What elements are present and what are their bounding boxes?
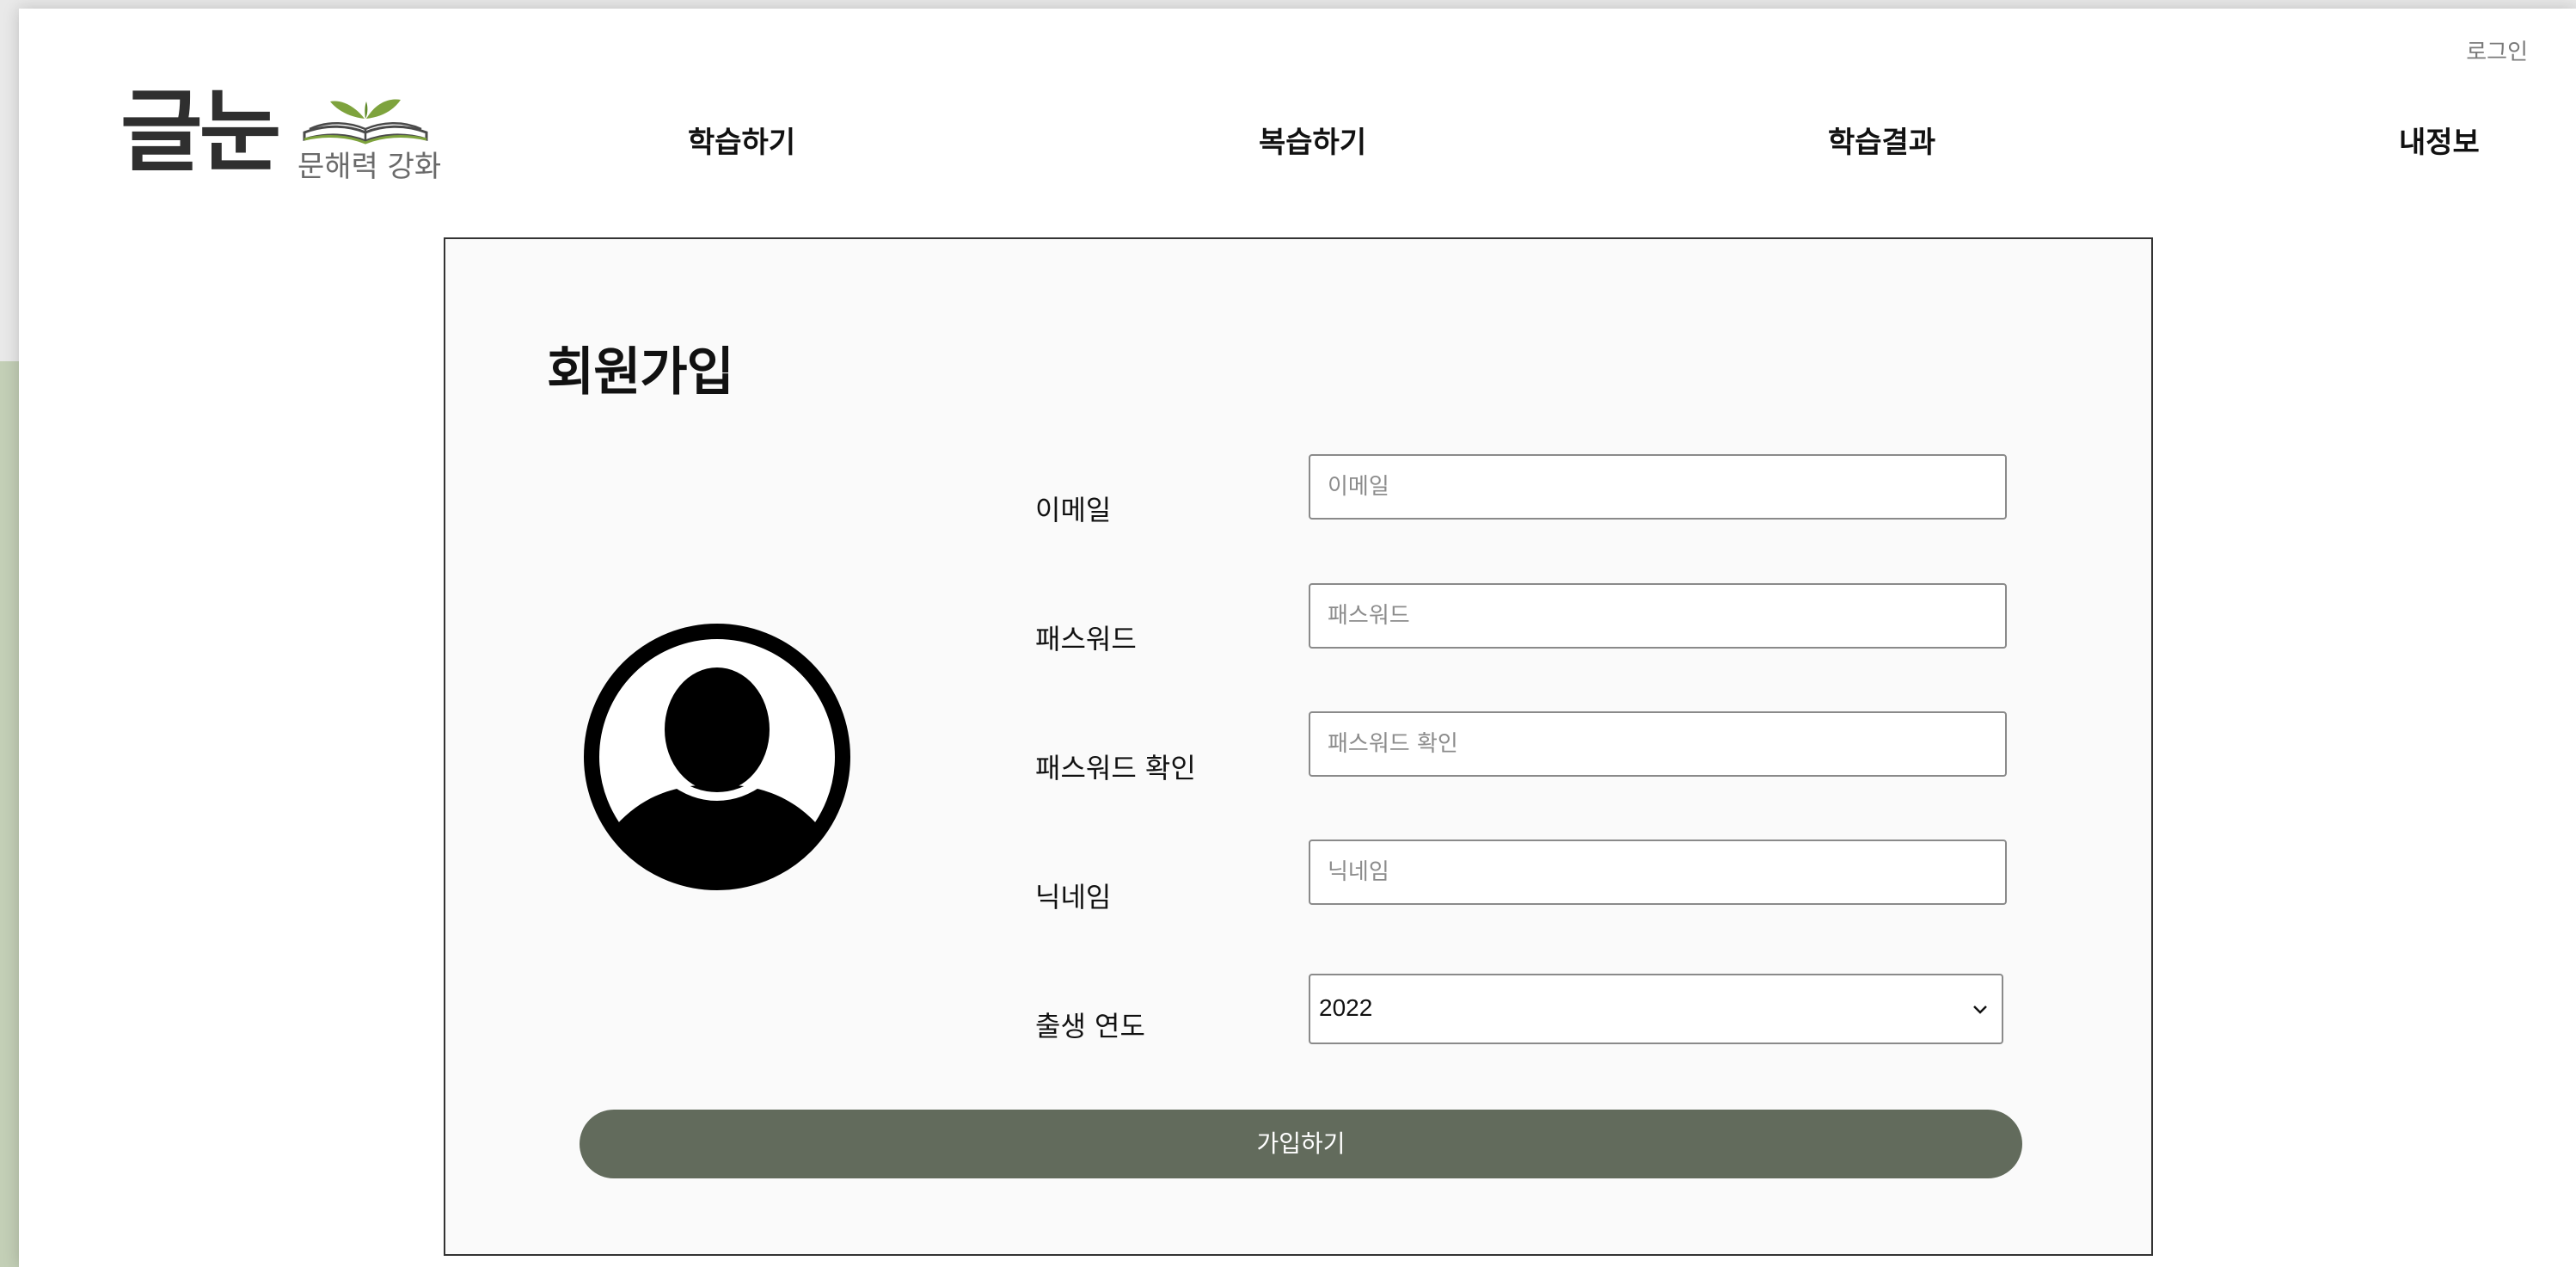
logo-subtitle: 문해력 강화 [297,150,442,184]
nickname-label: 닉네임 [1035,881,1112,913]
email-label: 이메일 [1035,494,1112,526]
browser-page: 로그인 글눈 문해력 강화 학습하기 복습하기 학습결과 내정보 회원가입 이메… [19,9,2576,1267]
birth-year-value: 2022 [1319,994,1373,1021]
nav-item-study[interactable]: 학습하기 [688,119,795,161]
birth-year-select[interactable]: 2022 [1309,974,2003,1044]
login-link[interactable]: 로그인 [2466,34,2528,66]
password-confirm-field[interactable] [1309,711,2007,777]
email-field[interactable] [1309,454,2007,520]
password-field[interactable] [1309,583,2007,649]
chevron-down-icon [1973,1006,1987,1014]
site-logo[interactable]: 글눈 문해력 강화 [120,84,447,188]
password-label: 패스워드 [1035,623,1137,655]
signup-submit-button[interactable]: 가입하기 [580,1110,2022,1178]
page-title: 회원가입 [547,342,734,403]
nav-item-results[interactable]: 학습결과 [1828,119,1935,161]
nav-item-review[interactable]: 복습하기 [1259,119,1366,161]
signup-form: 회원가입 이메일 패스워드 패스워드 확인 닉네임 출생 연도 2022 가입하… [444,237,2153,1256]
book-sprout-icon [303,99,428,145]
user-avatar-icon[interactable] [583,623,851,891]
birth-year-label: 출생 연도 [1035,1010,1145,1043]
nickname-field[interactable] [1309,840,2007,905]
password-confirm-label: 패스워드 확인 [1035,752,1196,784]
logo-text: 글눈 [120,79,281,184]
nav-item-my-info[interactable]: 내정보 [2399,119,2480,161]
